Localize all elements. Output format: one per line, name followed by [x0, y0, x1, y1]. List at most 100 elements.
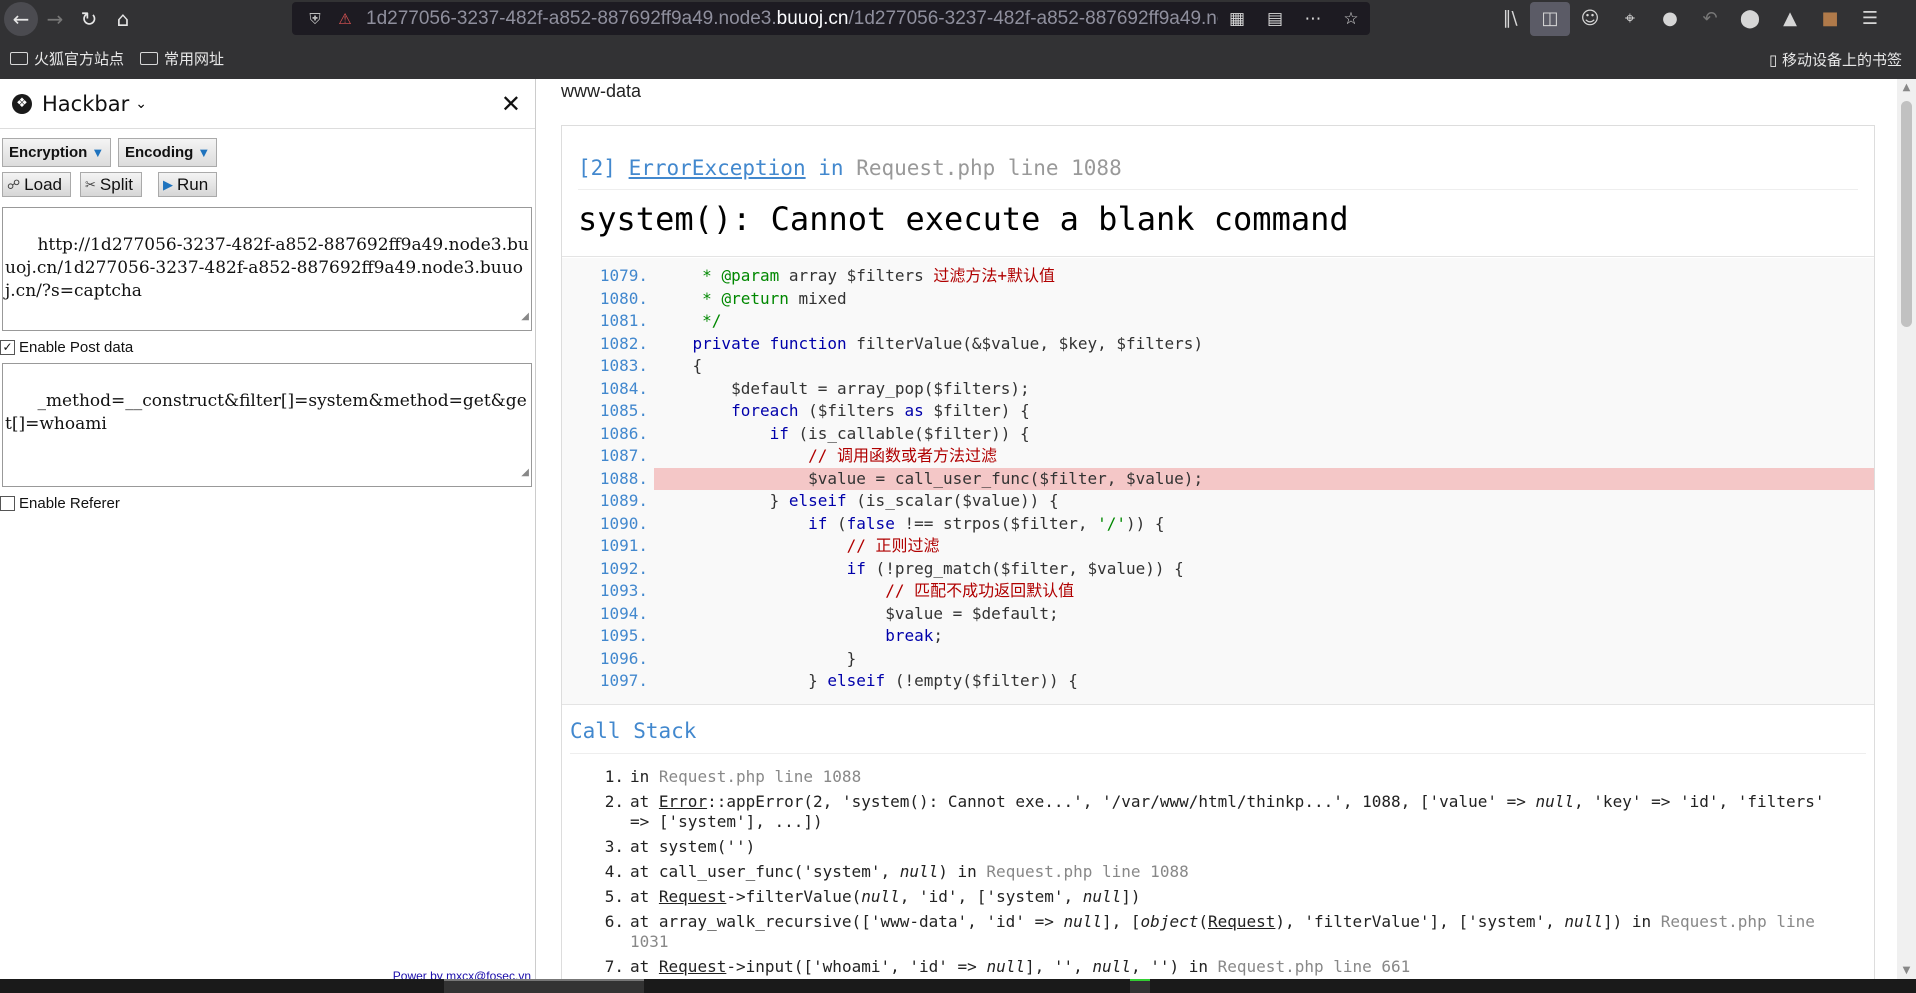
- load-label: Load: [24, 174, 62, 194]
- scroll-up-arrow-icon[interactable]: ▲: [1897, 82, 1916, 93]
- scroll-thumb[interactable]: [1901, 101, 1912, 327]
- mobile-icon: ▯: [1768, 51, 1778, 69]
- frame-number: 2.: [604, 792, 624, 811]
- line-code: $value = $default;: [654, 603, 1059, 623]
- taskbar-app[interactable]: [444, 979, 644, 993]
- page-content: www-data [2] ErrorException in Request.p…: [537, 79, 1897, 979]
- load-url-button[interactable]: ☍ Load: [2, 172, 71, 197]
- taskbar-app[interactable]: [1130, 979, 1150, 993]
- line-number: 1081.: [599, 311, 648, 330]
- encoding-menu[interactable]: Encoding ▼: [118, 138, 218, 167]
- bookmark-star-icon[interactable]: ☆: [1332, 9, 1370, 29]
- back-button[interactable]: ←: [4, 1, 38, 36]
- frame-text: at Error::appError(2, 'system(): Cannot …: [630, 792, 1825, 831]
- run-button[interactable]: ▶ Run: [158, 172, 218, 197]
- mobile-bookmarks[interactable]: ▯ 移动设备上的书签: [1769, 49, 1902, 70]
- resize-grip-icon[interactable]: ◢: [521, 461, 529, 484]
- fire-extension-icon[interactable]: ▲: [1770, 2, 1810, 36]
- url-text[interactable]: 1d277056-3237-482f-a852-887692ff9a49.nod…: [360, 8, 1218, 30]
- enable-post-checkbox[interactable]: ✓: [0, 340, 15, 355]
- screenshot-icon[interactable]: ⌖: [1610, 2, 1650, 36]
- url-suffix: /1d277056-3237-482f-a852-887692ff9a49.no…: [848, 7, 1218, 29]
- enable-post-option[interactable]: ✓ Enable Post data: [0, 339, 133, 356]
- line-number: 1093.: [599, 581, 648, 600]
- toolbar-icons: ∥\ ◫ ☺ ⌖ ● ↶ ⬤ ▲ ■ ☰: [1490, 0, 1890, 37]
- line-number: 1095.: [599, 626, 648, 645]
- qr-code-icon[interactable]: ▦: [1218, 9, 1256, 29]
- enable-referer-option[interactable]: Enable Referer: [0, 495, 120, 512]
- encryption-label: Encryption: [9, 144, 88, 161]
- arrow-right-icon: →: [46, 6, 64, 31]
- command-output: www-data: [561, 81, 642, 101]
- line-number: 1080.: [599, 288, 648, 308]
- scroll-down-arrow-icon[interactable]: ▼: [1897, 965, 1916, 976]
- bookmark-folder-firefox[interactable]: 火狐官方站点: [10, 48, 124, 69]
- more-actions-icon[interactable]: ⋯: [1294, 9, 1332, 29]
- undo-icon[interactable]: ↶: [1690, 2, 1730, 36]
- line-code: if (false !== strpos($filter, '/')) {: [808, 513, 1165, 533]
- line-number: 1094.: [599, 603, 648, 623]
- line-number: 1090.: [599, 513, 648, 533]
- line-code: break;: [885, 626, 943, 645]
- chat-icon[interactable]: ●: [1650, 2, 1690, 36]
- chevron-down-icon[interactable]: ⌄: [135, 96, 147, 112]
- call-stack-frame: 6. at array_walk_recursive(['www-data', '…: [602, 912, 1852, 952]
- account-icon[interactable]: ☺: [1570, 2, 1610, 36]
- enable-post-label: Enable Post data: [19, 339, 134, 356]
- frame-text: at Request->filterValue(null, 'id', ['sy…: [630, 887, 1141, 906]
- frame-number: 3.: [604, 837, 624, 856]
- home-button[interactable]: ⌂: [106, 2, 140, 36]
- source-line: 1095. break;: [562, 625, 1874, 648]
- line-number: 1096.: [599, 648, 648, 668]
- url-textarea[interactable]: http://1d277056-3237-482f-a852-887692ff9…: [2, 207, 532, 331]
- line-code: */: [702, 311, 722, 330]
- avatar-extension-icon[interactable]: ■: [1810, 2, 1850, 36]
- source-line: 1094. $value = $default;: [562, 603, 1874, 626]
- hackbar-sidebar: ❖ Hackbar ⌄ ✕ Encryption ▼ Encoding ▼ ☍ …: [0, 79, 536, 993]
- source-line: 1081. */: [562, 310, 1874, 333]
- encoding-label: Encoding: [125, 144, 194, 161]
- exception-class-link[interactable]: ErrorException: [629, 156, 806, 180]
- dropdown-triangle-icon: ▼: [91, 145, 105, 160]
- address-bar[interactable]: ⛨ ⚠ 1d277056-3237-482f-a852-887692ff9a49…: [292, 2, 1370, 35]
- line-code: } elseif (!empty($filter)) {: [654, 671, 1078, 690]
- resize-grip-icon[interactable]: ◢: [521, 305, 529, 328]
- source-line: 1096. }: [562, 648, 1874, 671]
- close-icon[interactable]: ✕: [501, 90, 521, 118]
- post-data-value: _method=__construct&filter[]=system&meth…: [5, 391, 527, 434]
- page-scrollbar[interactable]: ▲ ▼: [1897, 79, 1916, 979]
- call-stack-section: Call Stack 1. in Request.php line 1088 2. a…: [562, 704, 1874, 979]
- sidebar-toggle-icon[interactable]: ◫: [1530, 1, 1570, 36]
- bookmark-folder-common[interactable]: 常用网址: [140, 48, 224, 69]
- bookmarks-toolbar: 火狐官方站点 常用网址 ▯ 移动设备上的书签: [0, 37, 1916, 79]
- shield-icon[interactable]: ⛨: [300, 10, 330, 28]
- frame-number: 4.: [604, 862, 624, 881]
- source-line: 1091. // 正则过滤: [562, 535, 1874, 558]
- library-icon[interactable]: ∥\: [1490, 2, 1530, 36]
- source-line: 1093. // 匹配不成功返回默认值: [562, 580, 1874, 603]
- sidebar-title[interactable]: Hackbar: [42, 92, 129, 116]
- call-stack-frame: 3. at system(''): [602, 837, 1852, 857]
- reader-view-icon[interactable]: ▤: [1256, 9, 1294, 29]
- encryption-menu[interactable]: Encryption ▼: [2, 138, 112, 167]
- enable-referer-checkbox[interactable]: [0, 496, 15, 511]
- extension-circle-icon[interactable]: ⬤: [1730, 2, 1770, 36]
- line-code: // 调用函数或者方法过滤: [808, 446, 998, 465]
- line-number: 1088.: [599, 468, 648, 488]
- line-code: * @param array $filters 过滤方法+默认值: [702, 266, 1055, 285]
- call-stack-list: 1. in Request.php line 1088 2. at Error::ap…: [602, 767, 1852, 979]
- forward-button[interactable]: →: [38, 2, 72, 36]
- line-code: if (!preg_match($filter, $value)) {: [846, 558, 1184, 578]
- reload-button[interactable]: ↻: [72, 2, 106, 36]
- menu-icon[interactable]: ☰: [1850, 2, 1890, 36]
- split-url-button[interactable]: ✂ Split: [80, 172, 142, 197]
- frame-number: 6.: [604, 912, 624, 931]
- post-data-textarea[interactable]: _method=__construct&filter[]=system&meth…: [2, 363, 532, 487]
- insecure-lock-icon[interactable]: ⚠: [330, 10, 360, 28]
- source-lines: 1079. * @param array $filters 过滤方法+默认值 10…: [562, 258, 1874, 693]
- frame-number: 1.: [604, 767, 624, 786]
- line-number: 1084.: [599, 378, 648, 398]
- line-code: } elseif (is_scalar($value)) {: [654, 491, 1059, 510]
- exception-header: [2] ErrorException in Request.php line 1…: [562, 126, 1874, 257]
- exception-panel: [2] ErrorException in Request.php line 1…: [561, 125, 1875, 979]
